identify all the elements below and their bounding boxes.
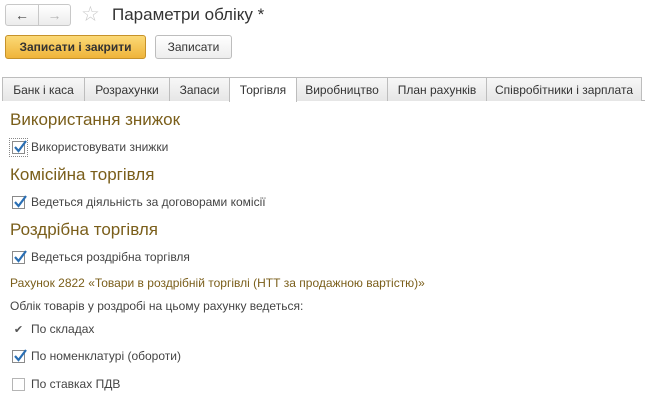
tab-settlements[interactable]: Розрахунки [84,77,170,101]
retail-section-title: Роздрібна торгівля [10,220,158,239]
by-warehouses-option[interactable]: ✔ По складах [12,320,94,338]
checkmark-icon [14,348,27,362]
tab-production[interactable]: Виробництво [296,77,388,101]
retail-activity-checkbox[interactable] [12,249,27,264]
by-nomenclature-checkbox[interactable] [12,348,27,363]
forward-button[interactable]: → [38,5,70,25]
commission-activity-checkbox[interactable] [12,194,27,209]
commission-activity-option[interactable]: Ведеться діяльність за договорами комісі… [12,193,266,211]
save-and-close-button[interactable]: Записати і закрити [5,35,146,59]
title-bar: ← → ☆ Параметри обліку * [0,0,649,32]
tab-bank-cash[interactable]: Банк і каса [2,77,85,101]
tab-inventory[interactable]: Запаси [169,77,230,101]
commission-activity-label: Ведеться діяльність за договорами комісі… [31,195,266,209]
back-button[interactable]: ← [6,5,38,25]
save-button[interactable]: Записати [155,35,232,59]
tab-chart-of-accounts[interactable]: План рахунків [387,77,487,101]
tab-trade[interactable]: Торгівля [229,77,297,102]
arrow-right-icon: → [47,7,62,23]
commission-section-title: Комісійна торгівля [10,165,155,184]
retail-activity-label: Ведеться роздрібна торгівля [31,250,190,264]
by-warehouses-label: По складах [31,322,95,336]
tab-bar: Банк і каса Розрахунки Запаси Торгівля В… [2,77,645,102]
tab-employees-payroll[interactable]: Співробітники і зарплата [486,77,642,101]
tracking-label: Облік товарів у роздробі на цьому рахунк… [10,299,304,313]
by-nomenclature-option[interactable]: По номенклатурі (обороти) [12,347,181,365]
retail-activity-option[interactable]: Ведеться роздрібна торгівля [12,248,190,266]
by-vat-rates-option[interactable]: По ставках ПДВ [12,375,120,393]
window-title: Параметри обліку * [112,5,265,24]
star-icon[interactable]: ☆ [81,4,103,26]
checkmark-icon [14,194,27,208]
use-discounts-option[interactable]: Використовувати знижки [9,137,169,157]
arrow-left-icon: ← [15,7,29,23]
by-vat-rates-label: По ставках ПДВ [31,377,121,391]
navigation-buttons: ← → [5,4,71,26]
use-discounts-checkbox[interactable] [9,137,28,157]
by-nomenclature-label: По номенклатурі (обороти) [31,349,181,363]
discounts-section-title: Використання знижок [10,110,181,129]
by-vat-rates-checkbox[interactable] [12,377,25,391]
check-mark-icon[interactable]: ✔ [12,323,25,336]
checkmark-icon [14,249,27,263]
checkmark-icon [14,139,27,153]
use-discounts-label: Використовувати знижки [31,140,169,154]
retail-account-link[interactable]: Рахунок 2822 «Товари в роздрібній торгів… [10,276,425,290]
